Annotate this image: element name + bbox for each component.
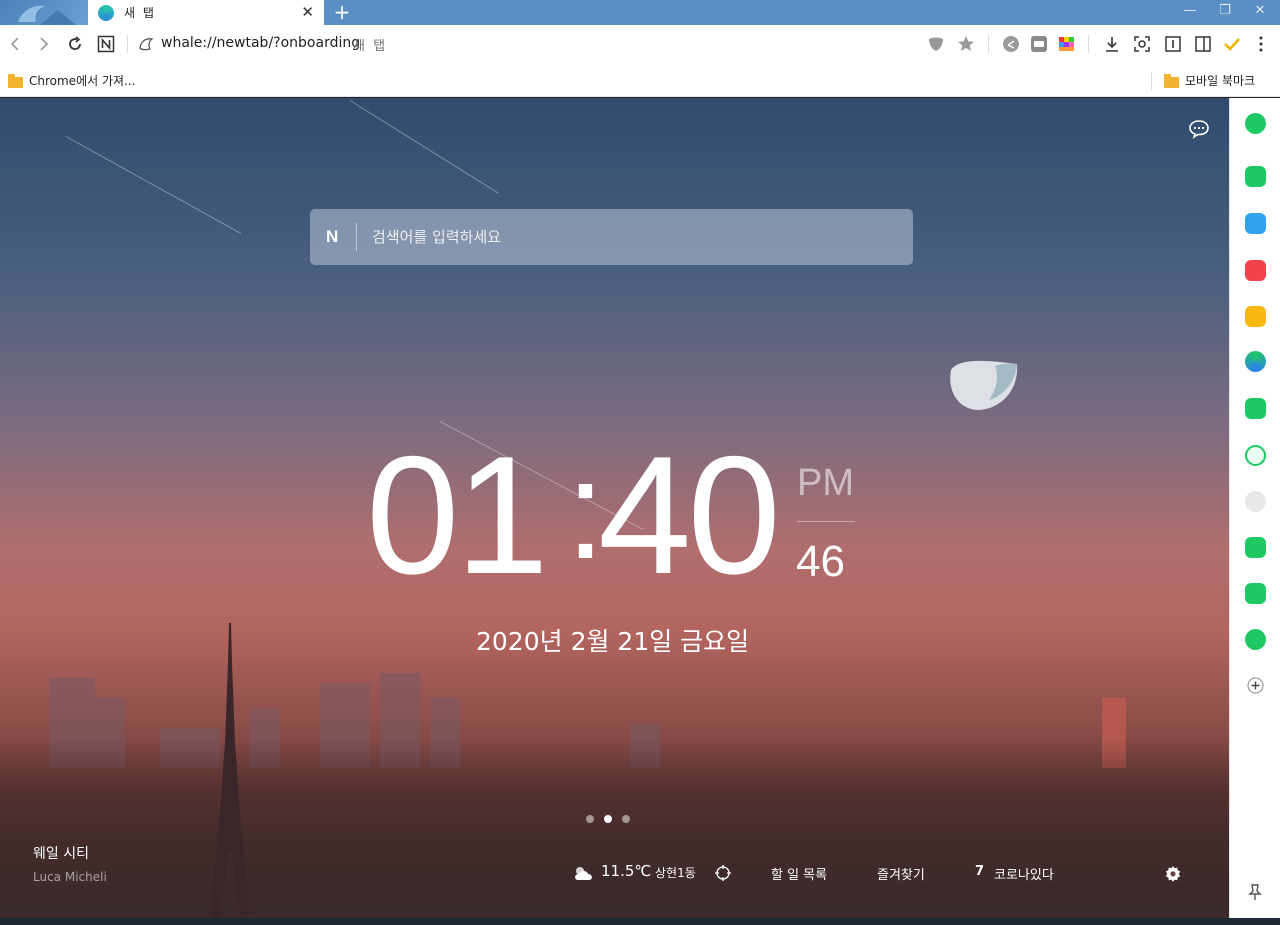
sidebar-box-icon[interactable]: [1245, 213, 1266, 234]
bookmark-label: 모바일 북마크: [1185, 74, 1256, 88]
whale-tab-icon: [98, 4, 114, 21]
sidebar-bookmark-icon[interactable]: [1245, 629, 1266, 650]
sidebar-green-circle-icon[interactable]: [1245, 113, 1266, 134]
weather-temperature[interactable]: 11.5℃: [601, 862, 651, 880]
search-input[interactable]: [372, 224, 872, 250]
whale-mascot-icon: [950, 360, 1018, 410]
tab-new-tab[interactable]: 새 탭 ✕: [88, 0, 324, 25]
star-icon[interactable]: [956, 34, 976, 54]
favorites-link[interactable]: 즐겨찾기: [877, 864, 925, 883]
shield-icon[interactable]: [926, 34, 946, 54]
search-box: N: [310, 209, 913, 265]
sidebar-play-icon[interactable]: [1245, 445, 1266, 466]
sidebar-star-icon[interactable]: [1245, 306, 1266, 327]
sidebar: [1229, 98, 1280, 918]
clock-hours: 01: [366, 421, 549, 609]
sidebar-pin-icon[interactable]: [1247, 883, 1263, 901]
divider: [1088, 35, 1089, 53]
address-bar[interactable]: whale://newtab/?onboarding: [161, 35, 360, 51]
title-bar: 새 탭 ✕ + — ❐ ✕: [0, 0, 1280, 25]
weather-cloudy-icon[interactable]: [572, 864, 596, 882]
clock-ampm: PM: [797, 462, 854, 504]
meteor-streak: [349, 100, 499, 194]
bookmark-label: Chrome에서 가져...: [29, 74, 136, 88]
divider: [127, 35, 128, 53]
background-pager: [586, 815, 630, 823]
pager-dot[interactable]: [586, 815, 594, 823]
sidebar-notification-icon[interactable]: [1245, 166, 1266, 187]
folder-icon: [8, 74, 23, 88]
download-icon[interactable]: [1102, 34, 1122, 54]
covid-count[interactable]: 7: [975, 864, 984, 879]
clock-date: 2020년 2월 21일 금요일: [476, 627, 750, 656]
sidebar-calendar-icon[interactable]: [1245, 351, 1266, 372]
pager-dot[interactable]: [622, 815, 630, 823]
search-divider: [356, 223, 357, 251]
city-foreground: [0, 738, 1229, 918]
sidebar-line-icon[interactable]: [1245, 583, 1266, 604]
address-page-title: 새 탭: [353, 39, 388, 54]
back-icon[interactable]: [5, 34, 25, 54]
restore-button[interactable]: ❐: [1208, 0, 1242, 25]
divider: [988, 35, 989, 53]
clock-seconds: 46: [796, 537, 845, 586]
whale-site-icon[interactable]: [136, 34, 156, 54]
bookmark-folder-chrome[interactable]: Chrome에서 가져...: [8, 72, 136, 89]
check-extension-icon[interactable]: [1222, 34, 1242, 54]
close-window-button[interactable]: ✕: [1243, 0, 1277, 25]
clock-divider: [797, 521, 855, 522]
whale-logo: [0, 0, 88, 25]
settings-gear-icon[interactable]: [1164, 865, 1182, 883]
covid-link[interactable]: 코로나있다: [994, 864, 1054, 883]
more-menu-icon[interactable]: [1251, 34, 1271, 54]
sidebar-memo-icon[interactable]: [1245, 398, 1266, 419]
sidebar-pocket-icon[interactable]: [1245, 260, 1266, 281]
clock-minutes: 40: [598, 421, 781, 609]
background-author[interactable]: Luca Micheli: [33, 870, 107, 884]
naver-logo-icon: N: [326, 227, 339, 246]
translate-icon[interactable]: [1029, 34, 1049, 54]
sidebar-avatar-icon[interactable]: [1245, 491, 1266, 512]
forward-icon[interactable]: [34, 34, 54, 54]
naver-home-icon[interactable]: [96, 34, 116, 54]
navigation-toolbar: whale://newtab/?onboarding 새 탭: [0, 25, 1280, 64]
location-target-icon[interactable]: [715, 865, 731, 881]
pager-dot-active[interactable]: [604, 815, 612, 823]
bookmarks-bar: Chrome에서 가져... 모바일 북마크: [0, 64, 1280, 97]
folder-icon: [1164, 74, 1179, 88]
feedback-chat-icon[interactable]: [1188, 118, 1210, 140]
close-tab-icon[interactable]: ✕: [301, 3, 314, 21]
color-palette-icon[interactable]: [1057, 34, 1077, 54]
background-title[interactable]: 웨일 시티: [33, 843, 89, 863]
tab-title: 새 탭: [124, 6, 156, 20]
eiffel-tower: [210, 623, 250, 918]
minimize-button[interactable]: —: [1173, 0, 1207, 25]
sidebar-dictionary-icon[interactable]: [1245, 537, 1266, 558]
share-icon[interactable]: [1001, 34, 1021, 54]
todo-list-link[interactable]: 할 일 목록: [771, 864, 827, 883]
capture-icon[interactable]: [1132, 34, 1152, 54]
meteor-streak: [65, 136, 242, 234]
reader-mode-icon[interactable]: [1163, 34, 1183, 54]
divider: [1151, 72, 1152, 90]
reload-icon[interactable]: [65, 34, 85, 54]
taskbar: [0, 918, 1280, 925]
bookmark-folder-mobile[interactable]: 모바일 북마크: [1164, 72, 1255, 89]
split-view-icon[interactable]: [1193, 34, 1213, 54]
new-tab-button[interactable]: +: [331, 0, 353, 25]
sidebar-add-icon[interactable]: [1247, 677, 1264, 694]
weather-location[interactable]: 상현1동: [655, 864, 696, 881]
